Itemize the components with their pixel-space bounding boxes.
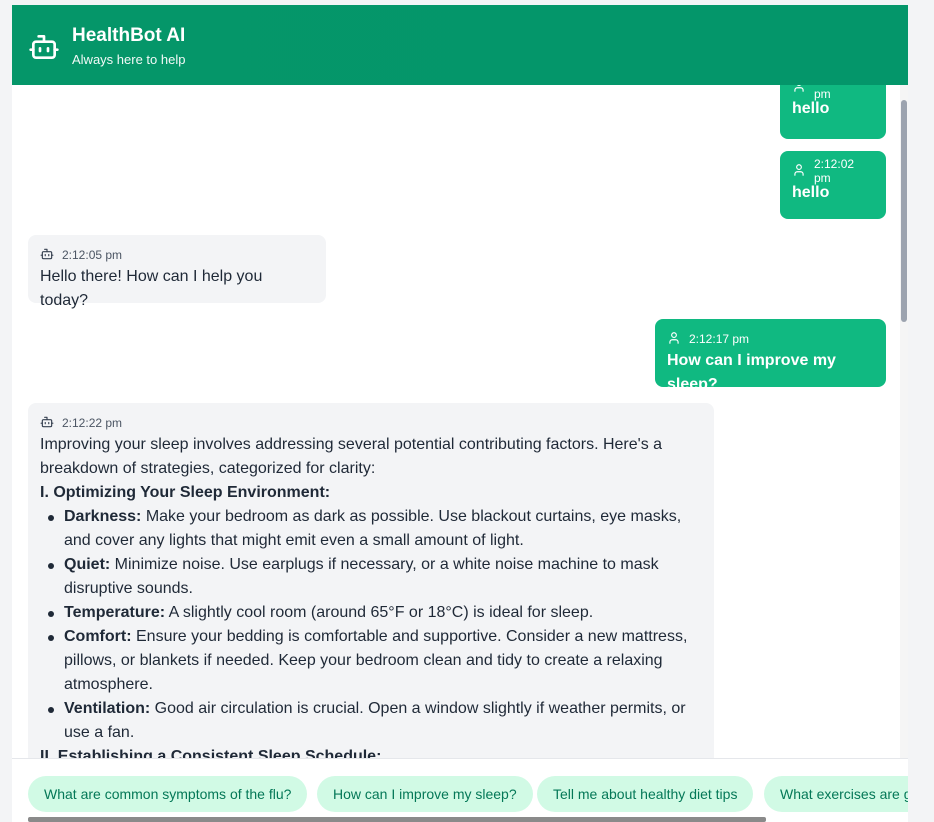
item-label: Temperature:	[64, 604, 166, 621]
message-time: 2:12:17 pm	[689, 332, 750, 346]
scrollbar-thumb[interactable]	[901, 100, 907, 322]
suggestion-chip[interactable]: What exercises are good for beginners?	[764, 776, 908, 812]
suggestion-chip[interactable]: What are common symptoms of the flu?	[28, 776, 308, 812]
robot-icon	[28, 31, 60, 63]
user-message: 2:12:02 pm hello	[780, 151, 886, 219]
list-item: Quiet: Minimize noise. Use earplugs if n…	[48, 553, 702, 601]
message-text: Hello there! How can I help you today?	[40, 268, 263, 309]
item-label: Quiet:	[64, 556, 111, 573]
chat-app: HealthBot AI Always here to help 2:04:41…	[12, 5, 908, 822]
user-icon	[667, 331, 681, 348]
header-subtitle: Always here to help	[72, 52, 186, 67]
list-item: Temperature: A slightly cool room (aroun…	[48, 601, 702, 625]
item-label: Comfort:	[64, 628, 132, 645]
item-label: Darkness:	[64, 508, 142, 525]
list-item: Darkness: Make your bedroom as dark as p…	[48, 505, 702, 553]
message-time: 2:12:05 pm	[62, 248, 123, 262]
item-text: Good air circulation is crucial. Open a …	[64, 700, 686, 741]
item-text: Ensure your bedding is comfortable and s…	[64, 628, 688, 693]
section-heading: I. Optimizing Your Sleep Environment:	[40, 484, 331, 501]
item-text: Minimize noise. Use earplugs if necessar…	[64, 556, 659, 597]
user-icon	[792, 85, 806, 96]
list-item: Comfort: Ensure your bedding is comforta…	[48, 625, 702, 697]
horizontal-scrollbar[interactable]	[28, 817, 766, 822]
section-heading: II. Establishing a Consistent Sleep Sche…	[40, 748, 382, 758]
suggestion-chip[interactable]: Tell me about healthy diet tips	[537, 776, 754, 812]
user-message: 2:12:17 pm How can I improve my sleep?	[655, 319, 886, 393]
header-title: HealthBot AI	[72, 25, 186, 46]
user-icon	[792, 163, 806, 180]
bot-message: 2:12:22 pm Improving your sleep involves…	[28, 403, 714, 758]
tips-list: Darkness: Make your bedroom as dark as p…	[40, 505, 702, 745]
bot-message: 2:12:05 pm Hello there! How can I help y…	[28, 235, 326, 309]
list-item: Ventilation: Good air circulation is cru…	[48, 697, 702, 745]
user-message: 2:04:41 pm hello	[780, 85, 886, 139]
item-text: A slightly cool room (around 65°F or 18°…	[165, 604, 594, 621]
suggestion-bar: What are common symptoms of the flu? How…	[12, 758, 908, 822]
message-list[interactable]: 2:04:41 pm hello 2:12:02 pm hello 2:12:0…	[12, 85, 908, 758]
message-time: 2:12:22 pm	[62, 416, 123, 430]
robot-icon	[40, 247, 54, 264]
robot-icon	[40, 415, 54, 432]
message-text: How can I improve my sleep?	[667, 352, 836, 393]
item-text: Make your bedroom as dark as possible. U…	[64, 508, 682, 549]
suggestion-chip[interactable]: How can I improve my sleep?	[317, 776, 533, 812]
chat-header: HealthBot AI Always here to help	[12, 5, 908, 85]
message-intro: Improving your sleep involves addressing…	[40, 436, 663, 477]
item-label: Ventilation:	[64, 700, 151, 717]
